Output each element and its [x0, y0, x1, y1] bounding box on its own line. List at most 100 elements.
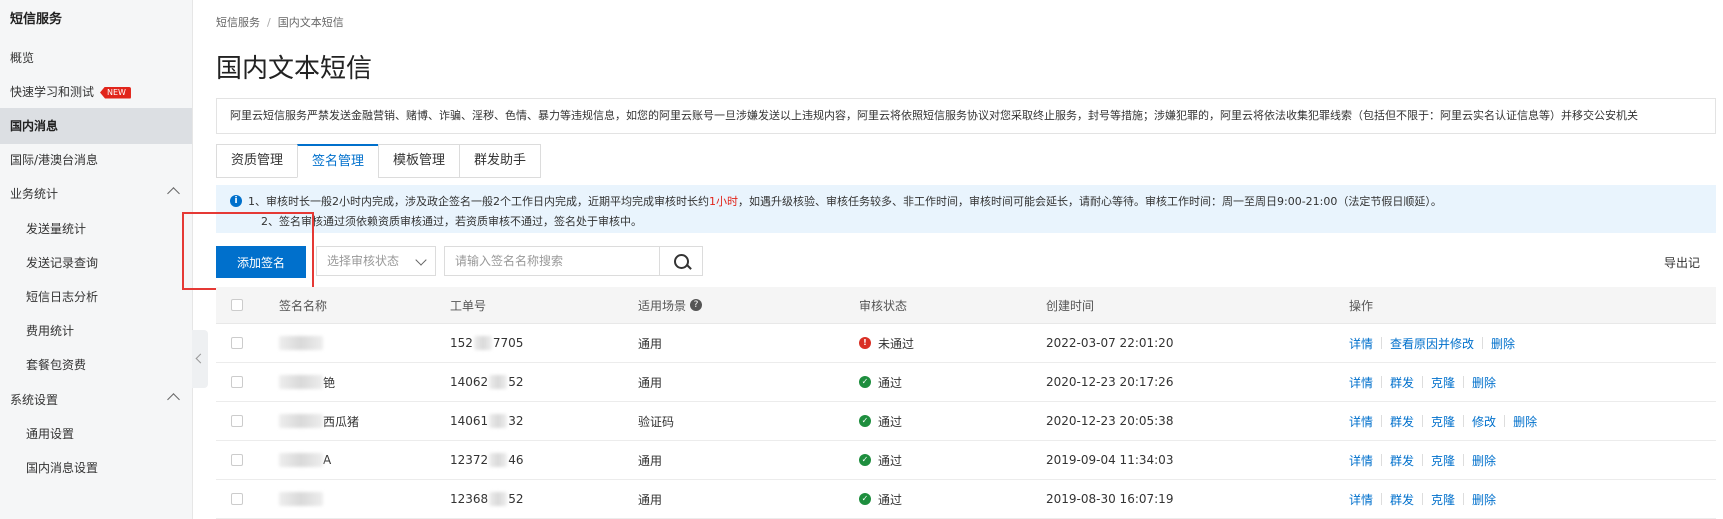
tab-template[interactable]: 模板管理 — [378, 144, 460, 178]
row-action-link[interactable]: 群发 — [1390, 413, 1414, 430]
sidebar-item-international[interactable]: 国际/港澳台消息 — [0, 142, 192, 178]
row-select-cell — [231, 324, 243, 362]
row-action-link[interactable]: 群发 — [1390, 374, 1414, 391]
tip-line-1-rest: ，如遇升级核验、审核任务较多、非工作时间，审核时间可能会延长，请耐心等待。审核工… — [738, 195, 1442, 208]
tab-signature[interactable]: 签名管理 — [297, 144, 379, 178]
sidebar-item-overview[interactable]: 概览 — [0, 40, 192, 76]
sidebar-item-domestic-settings[interactable]: 国内消息设置 — [0, 450, 192, 486]
help-icon[interactable]: ? — [690, 299, 703, 311]
redacted-mask — [279, 492, 323, 506]
sidebar-item-label: 国内消息设置 — [26, 461, 99, 475]
row-checkbox[interactable] — [231, 337, 243, 349]
row-checkbox[interactable] — [231, 415, 243, 427]
tab-bulk-send[interactable]: 群发助手 — [459, 144, 542, 178]
sidebar-item-domestic[interactable]: 国内消息 — [0, 108, 192, 144]
breadcrumb-separator: / — [267, 16, 271, 29]
header-actions: 操作 — [1349, 298, 1374, 313]
tip-line-1-text: 1、审核时长一般2小时内完成，涉及政企签名一般2个工作日内完成，近期平均完成审核… — [248, 195, 709, 208]
row-action-link[interactable]: 群发 — [1390, 491, 1414, 508]
redacted-mask — [489, 453, 508, 467]
row-action-link[interactable]: 详情 — [1349, 452, 1373, 469]
breadcrumb-root[interactable]: 短信服务 — [216, 16, 260, 29]
row-action-link[interactable]: 删除 — [1472, 491, 1496, 508]
redacted-mask — [473, 336, 492, 350]
sidebar-item-label: 费用统计 — [26, 324, 75, 338]
add-signature-button[interactable]: 添加签名 — [216, 246, 306, 278]
row-action-link[interactable]: 克隆 — [1431, 413, 1455, 430]
sidebar-item-send-records[interactable]: 发送记录查询 — [0, 245, 192, 281]
row-action-link[interactable]: 删除 — [1513, 413, 1537, 430]
row-action-link[interactable]: 详情 — [1349, 413, 1373, 430]
signature-name: A — [323, 453, 332, 467]
row-select-cell — [231, 402, 243, 440]
signature-name-cell: A — [279, 441, 331, 479]
sidebar-item-send-stats[interactable]: 发送量统计 — [0, 211, 192, 247]
signature-name-cell — [279, 480, 323, 518]
status-text: 通过 — [878, 492, 903, 507]
row-action-link[interactable]: 删除 — [1491, 335, 1515, 352]
tip-line-2: 2、签名审核通过须依赖资质审核通过，若资质审核不通过，签名处于审核中。 — [261, 215, 642, 228]
redacted-mask — [279, 453, 323, 467]
status-cell: ✓ 通过 — [859, 402, 902, 440]
sidebar-group-stats[interactable]: 业务统计 — [0, 176, 192, 212]
sidebar-item-label: 业务统计 — [10, 187, 59, 201]
row-action-link[interactable]: 删除 — [1472, 452, 1496, 469]
action-divider — [1422, 493, 1424, 505]
check-circle-icon: ✓ — [859, 415, 871, 427]
order-no-cell: 14062 52 — [450, 363, 523, 401]
signature-search-input[interactable] — [444, 246, 660, 276]
status-cell: ✓ 通过 — [859, 441, 902, 479]
order-no-part: 46 — [508, 453, 524, 467]
created-time-cell: 2019-08-30 16:07:19 — [1046, 492, 1174, 506]
sidebar-item-quick-learn[interactable]: 快速学习和测试 NEW — [0, 74, 192, 110]
review-tip: i 1、审核时长一般2小时内完成，涉及政企签名一般2个工作日内完成，近期平均完成… — [216, 185, 1716, 233]
table-row: 12368 52 通用 ✓ 通过 2019-08-30 16:07:19 详情 群发 克隆 删除 — [216, 480, 1716, 519]
sidebar-title: 短信服务 — [10, 12, 63, 27]
redacted-mask — [489, 414, 508, 428]
sidebar-item-cost-stats[interactable]: 费用统计 — [0, 313, 192, 349]
row-action-link[interactable]: 删除 — [1472, 374, 1496, 391]
sidebar-item-label: 概览 — [10, 51, 35, 65]
row-action-link[interactable]: 详情 — [1349, 374, 1373, 391]
table-body: 152 7705 通用! 未通过 2022-03-07 22:01:20 详情 查看原因并修… — [216, 324, 1716, 519]
sidebar-item-package[interactable]: 套餐包资费 — [0, 347, 192, 383]
row-action-link[interactable]: 群发 — [1390, 452, 1414, 469]
order-no-part: 14061 — [450, 414, 489, 428]
tip-line-1: 1、审核时长一般2小时内完成，涉及政企签名一般2个工作日内完成，近期平均完成审核… — [248, 193, 1442, 209]
action-divider — [1381, 454, 1383, 466]
select-all-checkbox[interactable] — [231, 299, 243, 311]
scene-cell: 通用 — [638, 492, 663, 507]
order-no-part: 32 — [508, 414, 524, 428]
tab-qualification[interactable]: 资质管理 — [216, 144, 298, 178]
new-badge: NEW — [100, 86, 131, 99]
row-action-link[interactable]: 详情 — [1349, 491, 1373, 508]
redacted-mask — [279, 375, 323, 389]
status-cell: ✓ 通过 — [859, 480, 902, 518]
info-icon: i — [230, 195, 242, 207]
row-action-link[interactable]: 查看原因并修改 — [1390, 335, 1474, 352]
row-action-link[interactable]: 克隆 — [1431, 452, 1455, 469]
order-no-cell: 12372 46 — [450, 441, 523, 479]
row-checkbox[interactable] — [231, 493, 243, 505]
row-action-link[interactable]: 克隆 — [1431, 491, 1455, 508]
status-select[interactable]: 选择审核状态 — [316, 246, 436, 276]
signature-name: 西瓜猪 — [323, 414, 360, 429]
export-records-link[interactable]: 导出记 — [1664, 254, 1700, 271]
row-action-link[interactable]: 修改 — [1472, 413, 1496, 430]
action-divider — [1422, 376, 1424, 388]
row-action-link[interactable]: 克隆 — [1431, 374, 1455, 391]
sidebar-item-general-settings[interactable]: 通用设置 — [0, 416, 192, 452]
action-divider — [1463, 415, 1465, 427]
sidebar-item-log-analysis[interactable]: 短信日志分析 — [0, 279, 192, 315]
table-header: 签名名称 工单号 适用场景? 审核状态 创建时间 操作 — [216, 287, 1716, 324]
row-checkbox[interactable] — [231, 376, 243, 388]
sidebar-collapse-handle[interactable] — [192, 330, 208, 388]
row-checkbox[interactable] — [231, 454, 243, 466]
search-button[interactable] — [659, 246, 703, 276]
row-action-link[interactable]: 详情 — [1349, 335, 1373, 352]
action-divider — [1381, 415, 1383, 427]
sidebar-item-label: 国内消息 — [10, 119, 59, 133]
sidebar-group-settings[interactable]: 系统设置 — [0, 382, 192, 418]
status-cell: ! 未通过 — [859, 324, 914, 362]
sidebar-item-label: 通用设置 — [26, 427, 75, 441]
